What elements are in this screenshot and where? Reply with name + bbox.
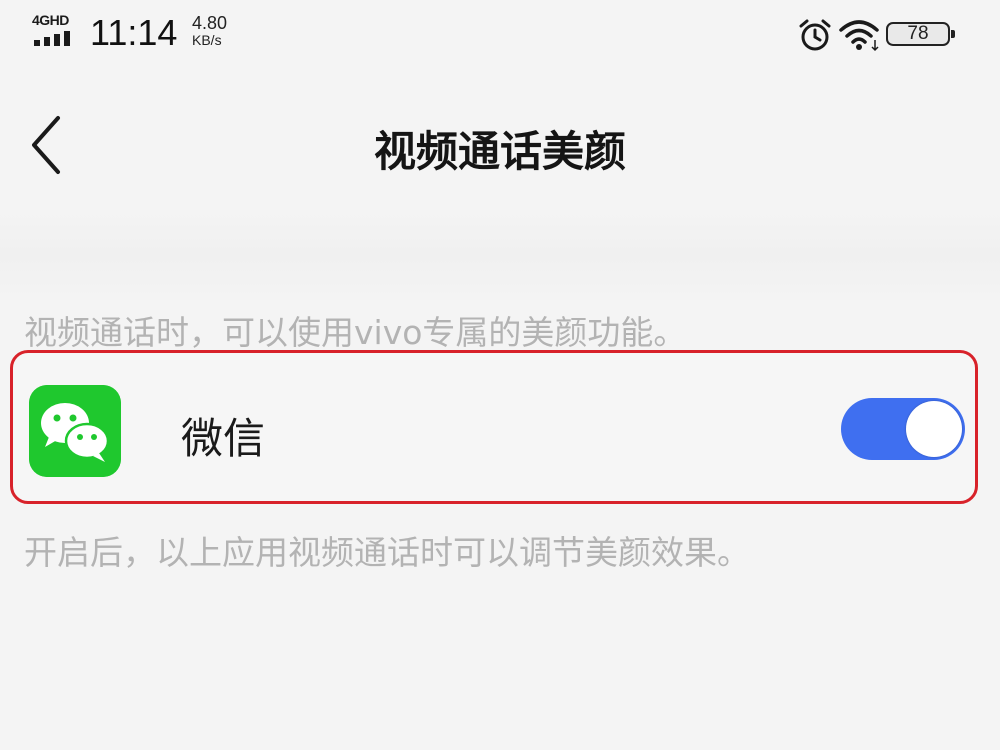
- network-type: 4GHD: [32, 12, 69, 28]
- status-bar: 4GHD 11:14 4.80 KB/s 78: [0, 0, 1000, 70]
- app-row-wechat[interactable]: 微信: [10, 350, 978, 504]
- page-title: 视频通话美颜: [373, 127, 626, 176]
- alarm-icon: [799, 19, 831, 51]
- intro-description: 视频通话时，可以使用vivo专属的美颜功能。: [24, 313, 687, 352]
- header-divider: [0, 210, 1000, 300]
- wifi-icon: [839, 20, 879, 52]
- status-time: 11:14: [90, 12, 178, 53]
- footer-description: 开启后，以上应用视频通话时可以调节美颜效果。: [24, 533, 750, 572]
- signal-icon: [34, 30, 78, 46]
- speed-value: 4.80: [192, 13, 228, 33]
- toggle-knob: [906, 401, 962, 457]
- wechat-icon: [29, 385, 121, 477]
- app-label: 微信: [181, 414, 266, 463]
- speed-unit: KB/s: [192, 32, 222, 48]
- network-speed: 4.80 KB/s: [192, 14, 252, 47]
- battery-icon: 78: [886, 22, 955, 46]
- beauty-toggle[interactable]: [841, 398, 965, 460]
- screen: 4GHD 11:14 4.80 KB/s 78 视频通话美颜 视频通话时，可以使…: [0, 0, 1000, 750]
